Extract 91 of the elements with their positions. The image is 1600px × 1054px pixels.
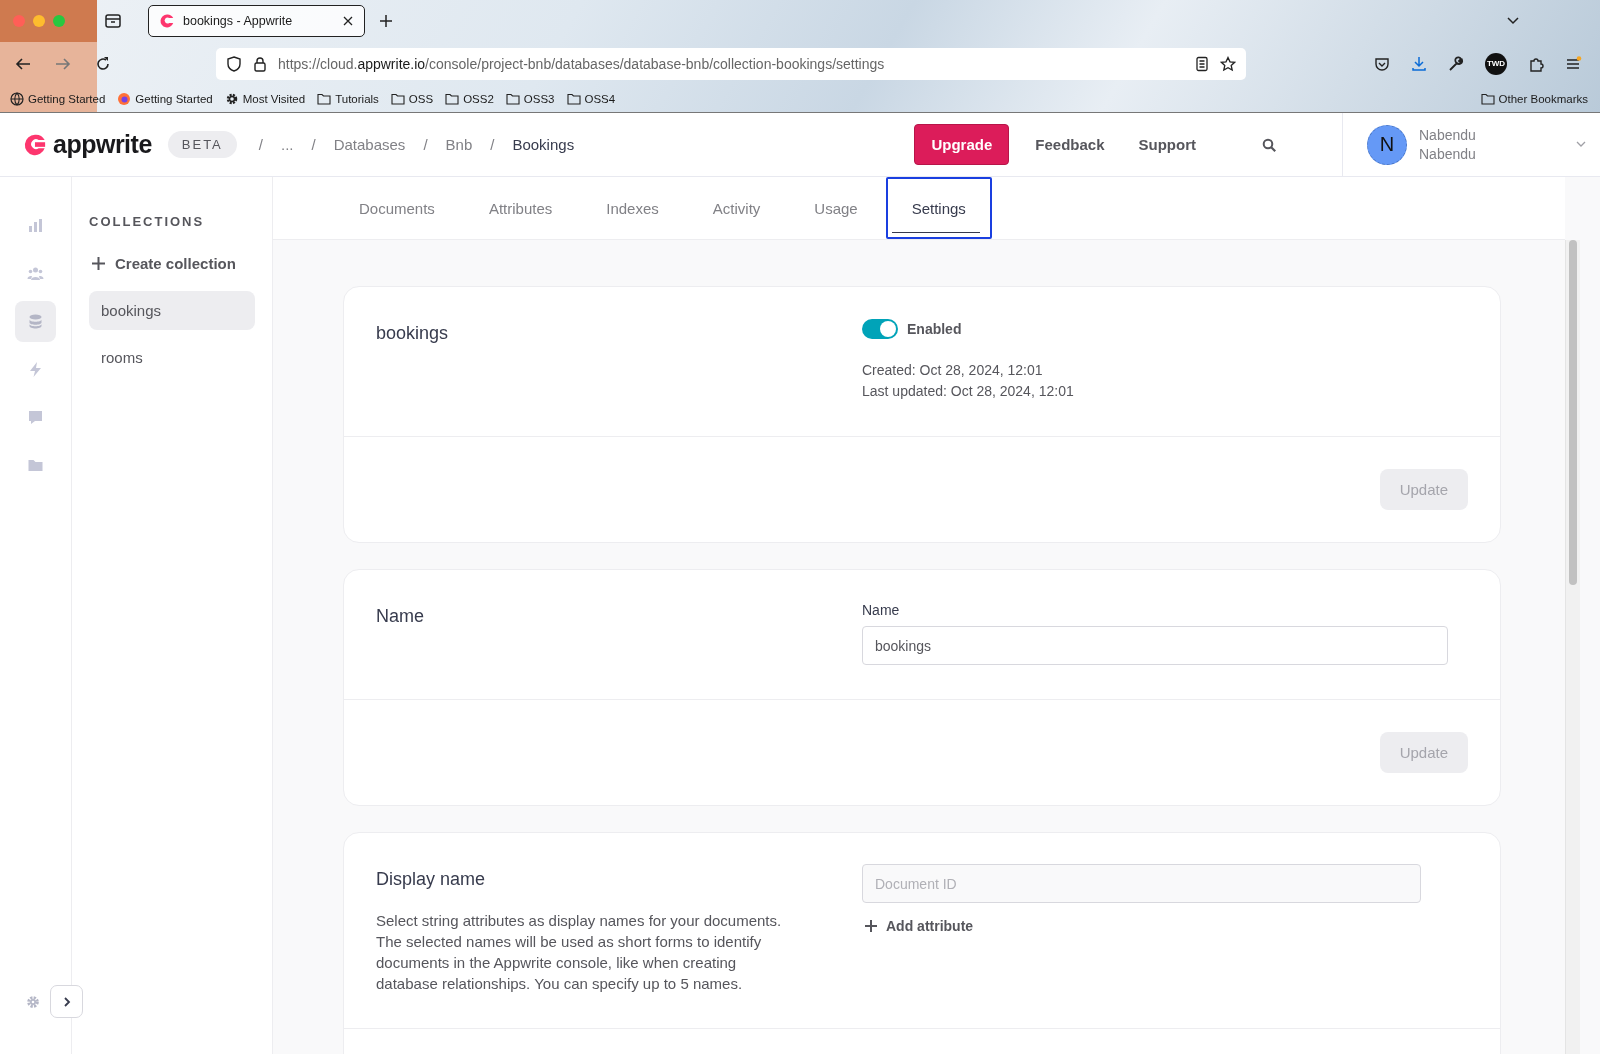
download-icon[interactable] <box>1411 55 1427 72</box>
updated-date: Last updated: Oct 28, 2024, 12:01 <box>862 382 1075 401</box>
card-title: Name <box>376 606 425 627</box>
bookmark-item[interactable]: OSS4 <box>566 92 616 106</box>
bookmark-item[interactable]: OSS <box>390 92 434 106</box>
expand-sidebar-button[interactable] <box>50 985 83 1018</box>
collection-item[interactable]: bookings <box>89 291 255 330</box>
folder-icon <box>27 457 44 474</box>
user-name: Nabendu <box>1419 125 1476 145</box>
user-email: Nabendu <box>1419 144 1476 164</box>
tab[interactable]: Activity <box>686 177 787 239</box>
header-link-button[interactable]: Support <box>1130 128 1204 161</box>
pocket-icon[interactable] <box>1374 55 1390 72</box>
url-text: https://cloud.appwrite.io/console/project-bnb/databases/database-bnb/collection-bookings/settings <box>278 55 886 72</box>
folder-icon <box>317 92 332 106</box>
bolt-icon <box>27 361 44 378</box>
field-label: Name <box>862 602 901 618</box>
scrollbar[interactable] <box>1565 240 1580 1054</box>
tab[interactable]: Indexes <box>580 177 685 239</box>
appwrite-logo-icon <box>159 13 175 29</box>
close-icon[interactable] <box>342 15 354 27</box>
address-bar[interactable]: https://cloud.appwrite.io/console/project-bnb/databases/database-bnb/collection-bookings/settings <box>216 47 1246 80</box>
breadcrumb-separator: / <box>311 136 316 153</box>
chevron-down-icon <box>1576 141 1586 148</box>
folder-icon <box>390 92 405 106</box>
lock-icon <box>252 55 268 72</box>
collection-item[interactable]: rooms <box>89 338 255 377</box>
tab[interactable]: Documents <box>333 177 461 239</box>
bookmark-item[interactable]: Most Visited <box>224 92 306 106</box>
breadcrumb-separator: / <box>423 136 428 153</box>
created-date: Created: Oct 28, 2024, 12:01 <box>862 361 1044 380</box>
database-icon <box>27 313 44 330</box>
bookmark-item[interactable]: OSS3 <box>505 92 555 106</box>
browser-tab[interactable]: bookings - Appwrite <box>148 5 365 37</box>
menu-icon[interactable] <box>1565 55 1582 72</box>
add-attribute-button[interactable]: Add attribute <box>862 918 1468 934</box>
plus-icon <box>865 920 877 932</box>
bookmark-item[interactable]: OSS2 <box>445 92 494 106</box>
search-icon[interactable] <box>1262 137 1276 152</box>
beta-badge: BETA <box>167 131 237 158</box>
toggle-switch[interactable] <box>862 319 898 339</box>
gear-icon <box>224 92 239 106</box>
breadcrumb-separator: / <box>258 136 263 153</box>
chevron-right-icon <box>62 996 71 1007</box>
users-icon <box>27 265 44 282</box>
other-bookmarks[interactable]: Other Bookmarks <box>1480 92 1588 106</box>
appwrite-logo-icon <box>22 132 47 157</box>
breadcrumb-link[interactable]: ... <box>280 136 294 153</box>
star-icon[interactable] <box>1220 55 1236 72</box>
tab[interactable]: Attributes <box>462 177 579 239</box>
folder-icon <box>505 92 520 106</box>
extensions-icon[interactable] <box>1528 55 1544 72</box>
toggle-label: Enabled <box>907 321 962 337</box>
create-collection-button[interactable]: Create collection <box>89 255 236 272</box>
description: Select string attributes as display names for your documents. The selected names will be used as short forms to identify documents in the Appwrite console, like when creating database relationships. You can specify up to 5 names. <box>376 911 783 994</box>
reload-icon[interactable] <box>94 54 112 73</box>
new-tab-icon[interactable] <box>379 14 393 28</box>
breadcrumb-separator: / <box>490 136 495 153</box>
breadcrumb-link[interactable]: Databases <box>333 136 406 153</box>
section-title: COLLECTIONS <box>89 214 206 229</box>
tab-list-icon[interactable] <box>104 12 122 30</box>
reader-view-icon[interactable] <box>1194 55 1210 72</box>
firefox-logo-icon <box>117 92 132 106</box>
attribute-input[interactable]: Document ID <box>862 864 1421 903</box>
chart-icon <box>27 217 44 234</box>
tab[interactable]: Settings <box>885 177 992 239</box>
card-title: Display name <box>376 869 487 890</box>
header-link-button[interactable]: Feedback <box>1027 128 1113 161</box>
folder-icon <box>566 92 581 106</box>
breadcrumb-link[interactable]: Bnb <box>445 136 473 153</box>
tab-title: bookings - Appwrite <box>183 14 294 28</box>
folder-icon <box>1480 92 1495 106</box>
card-title: bookings <box>376 323 450 344</box>
avatar: N <box>1367 124 1407 165</box>
plus-icon <box>92 257 105 270</box>
user-menu[interactable]: N Nabendu Nabendu <box>1342 113 1600 176</box>
bookmark-item[interactable]: Getting Started <box>10 92 106 106</box>
logo-text: appwrite <box>53 130 152 159</box>
bookmark-item[interactable]: Tutorials <box>317 92 379 106</box>
settings-icon[interactable] <box>26 994 40 1009</box>
tab[interactable]: Usage <box>788 177 884 239</box>
shield-icon <box>226 55 242 72</box>
breadcrumb-link[interactable]: Bookings <box>512 136 575 153</box>
globe-icon <box>10 92 24 106</box>
bookmark-item[interactable]: Getting Started <box>117 92 213 106</box>
name-input[interactable]: bookings <box>862 626 1448 665</box>
wrench-icon[interactable] <box>1448 55 1464 72</box>
nav-item[interactable] <box>15 301 56 342</box>
chat-icon <box>27 409 44 426</box>
folder-icon <box>445 92 460 106</box>
upgrade-button[interactable]: Upgrade <box>914 124 1010 165</box>
